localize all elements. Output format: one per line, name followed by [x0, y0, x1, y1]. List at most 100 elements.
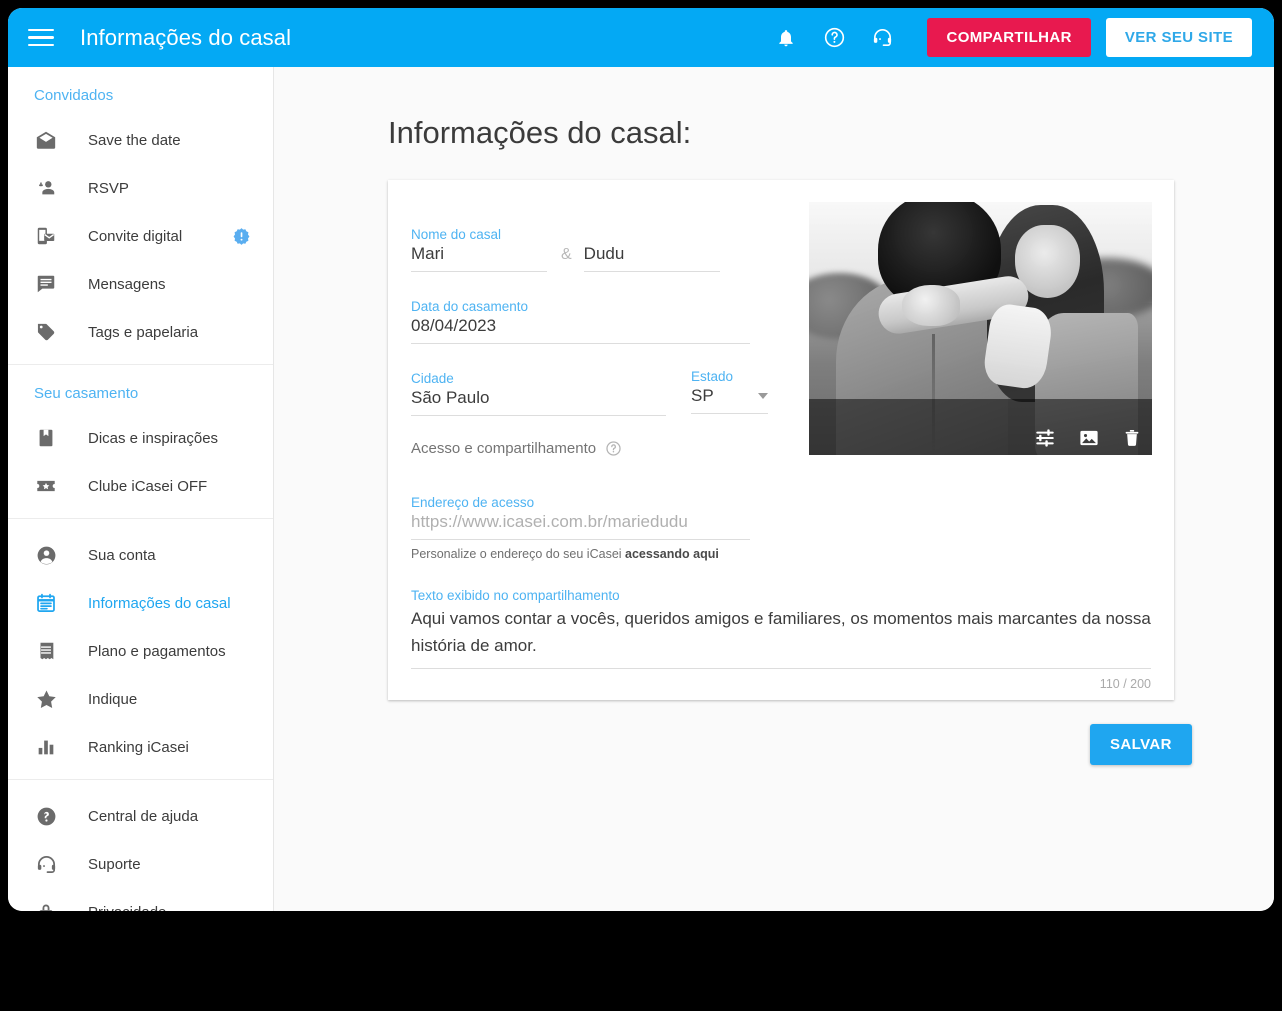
ticket-star-icon [32, 472, 60, 500]
name-first-field-wrap: Nome do casal Mari [411, 227, 547, 272]
sidebar-item-label: Informações do casal [88, 594, 231, 612]
sidebar-item-label: Convite digital [88, 227, 183, 245]
sidebar-item-label: Dicas e inspirações [88, 429, 219, 447]
access-url-hint-link[interactable]: acessando aqui [625, 547, 719, 561]
sidebar-item-plano-e-pagamentos[interactable]: Plano e pagamentos [8, 627, 273, 675]
view-site-button[interactable]: VER SEU SITE [1105, 18, 1252, 57]
sidebar-group-header: Convidados [34, 87, 114, 104]
share-text-field: Texto exibido no compartilhamento Aqui v… [411, 588, 1151, 691]
sidebar-navigation[interactable]: Convidados Save the date RSVP Convite di… [8, 67, 274, 911]
city-field: Cidade São Paulo [411, 371, 666, 416]
page-title-header: Informações do casal [80, 24, 292, 50]
name-second-input[interactable]: Dudu [583, 244, 720, 272]
share-text-textarea[interactable]: Aqui vamos contar a vocês, queridos amig… [411, 605, 1151, 669]
sidebar-group-convidados: Convidados Save the date RSVP Convite di… [8, 67, 273, 365]
sidebar-item-label: Privacidade [88, 904, 166, 912]
image-picture-icon[interactable] [1078, 427, 1100, 449]
mail-open-icon [32, 126, 60, 154]
sidebar-item-save-the-date[interactable]: Save the date [8, 116, 273, 164]
couple-photo[interactable] [809, 202, 1152, 455]
sidebar-item-label: Suporte [88, 855, 141, 873]
sidebar-item-indique[interactable]: Indique [8, 675, 273, 723]
sidebar-group-seu-casamento: Seu casamento Dicas e inspirações Clube … [8, 365, 273, 519]
access-url-hint-text: Personalize o endereço do seu iCasei [411, 547, 626, 561]
hamburger-menu-icon[interactable] [28, 25, 54, 51]
sidebar-group-account: Sua conta Informações do casal Plano e p… [8, 519, 273, 780]
wedding-date-field: Data do casamento 08/04/2023 [411, 299, 750, 344]
notification-badge [232, 227, 251, 246]
state-selected-value: SP [691, 386, 714, 405]
sidebar-item-convite-digital[interactable]: Convite digital [8, 212, 273, 260]
access-section-label: Acesso e compartilhamento [411, 440, 597, 457]
name-first-input[interactable]: Mari [411, 244, 547, 272]
photo-toolbar [1034, 427, 1142, 449]
city-label: Cidade [411, 371, 454, 386]
page-title: Informações do casal: [388, 115, 692, 150]
sidebar-item-label: Plano e pagamentos [88, 642, 226, 660]
share-button[interactable]: COMPARTILHAR [927, 18, 1091, 57]
sidebar-item-label: RSVP [88, 179, 129, 197]
help-circle-outline-icon[interactable] [605, 440, 622, 457]
share-text-label: Texto exibido no compartilhamento [411, 588, 620, 603]
main-content: Informações do casal: Nome do casal Mari… [274, 67, 1274, 911]
state-field: Estado SP [691, 369, 768, 414]
share-text-char-counter: 110 / 200 [1099, 677, 1151, 691]
sidebar-group-header: Seu casamento [34, 385, 139, 402]
calendar-icon [32, 589, 60, 617]
name-second-field-wrap: Dudu [583, 244, 720, 272]
state-select[interactable]: SP [691, 386, 768, 414]
save-button[interactable]: SALVAR [1090, 724, 1192, 765]
couple-info-form-card: Nome do casal Mari & Dudu Data do casame… [388, 180, 1174, 700]
mobile-invite-icon [32, 222, 60, 250]
sidebar-item-rsvp[interactable]: RSVP [8, 164, 273, 212]
sidebar-item-tags-e-papelaria[interactable]: Tags e papelaria [8, 308, 273, 356]
sidebar-item-ranking-icasei[interactable]: Ranking iCasei [8, 723, 273, 771]
help-filled-icon [32, 802, 60, 830]
star-icon [32, 685, 60, 713]
notifications-bell-icon[interactable] [769, 21, 803, 55]
access-url-input[interactable]: https://www.icasei.com.br/mariedudu [411, 512, 750, 540]
help-circle-icon[interactable] [817, 21, 851, 55]
sidebar-item-label: Ranking iCasei [88, 738, 189, 756]
sidebar-item-suporte[interactable]: Suporte [8, 840, 273, 888]
sidebar-item-central-de-ajuda[interactable]: Central de ajuda [8, 792, 273, 840]
lock-icon [32, 898, 60, 911]
bookmark-book-icon [32, 424, 60, 452]
sidebar-item-privacidade[interactable]: Privacidade [8, 888, 273, 911]
sidebar-item-label: Central de ajuda [88, 807, 199, 825]
support-headset-icon [32, 850, 60, 878]
app-window: Informações do casal COMPARTILHAR VER SE… [8, 8, 1274, 911]
access-section-header: Acesso e compartilhamento [411, 440, 622, 457]
message-icon [32, 270, 60, 298]
name-separator: & [561, 246, 572, 263]
access-url-label: Endereço de acesso [411, 495, 535, 510]
sidebar-item-informacoes-do-casal[interactable]: Informações do casal [8, 579, 273, 627]
sidebar-item-label: Clube iCasei OFF [88, 477, 208, 495]
access-url-field: Endereço de acesso https://www.icasei.co… [411, 495, 750, 561]
trash-delete-icon[interactable] [1122, 427, 1142, 449]
sidebar-item-clube-icasei-off[interactable]: Clube iCasei OFF [8, 462, 273, 510]
sidebar-item-sua-conta[interactable]: Sua conta [8, 531, 273, 579]
sidebar-item-mensagens[interactable]: Mensagens [8, 260, 273, 308]
top-app-bar: Informações do casal COMPARTILHAR VER SE… [8, 8, 1274, 67]
couple-name-row: Nome do casal Mari & Dudu [411, 227, 720, 272]
sidebar-item-label: Mensagens [88, 275, 166, 293]
wedding-date-label: Data do casamento [411, 299, 529, 314]
state-label: Estado [691, 369, 734, 384]
bar-chart-icon [32, 733, 60, 761]
support-headset-icon[interactable] [865, 21, 899, 55]
sidebar-item-label: Tags e papelaria [88, 323, 199, 341]
sidebar-item-dicas-e-inspiracoes[interactable]: Dicas e inspirações [8, 414, 273, 462]
wedding-date-input[interactable]: 08/04/2023 [411, 316, 750, 344]
city-input[interactable]: São Paulo [411, 388, 666, 416]
receipt-icon [32, 637, 60, 665]
tune-sliders-icon[interactable] [1034, 427, 1056, 449]
sidebar-item-label: Indique [88, 690, 138, 708]
tag-icon [32, 318, 60, 346]
access-url-hint: Personalize o endereço do seu iCasei ace… [411, 547, 750, 561]
sidebar-group-help: Central de ajuda Suporte [8, 780, 273, 911]
account-circle-icon [32, 541, 60, 569]
person-add-icon [32, 174, 60, 202]
